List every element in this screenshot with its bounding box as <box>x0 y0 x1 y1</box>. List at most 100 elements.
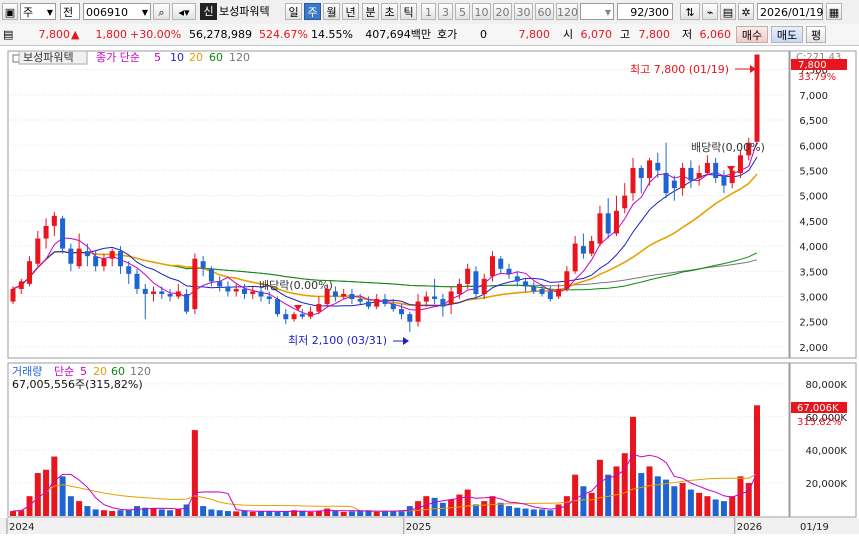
interval-30-button[interactable]: 30 <box>514 3 533 20</box>
calendar-icon[interactable]: ▦ <box>826 3 842 20</box>
period-month-button[interactable]: 월 <box>323 3 340 20</box>
volume-bar <box>208 509 215 516</box>
volume-bar <box>167 510 174 516</box>
search-icon[interactable]: ⌕ <box>153 3 170 20</box>
volume-bar <box>258 511 264 516</box>
candle-body <box>630 167 636 194</box>
candle-body <box>374 299 380 307</box>
interval-10-button[interactable]: 10 <box>472 3 491 20</box>
candle-body <box>547 291 553 300</box>
volume-bar <box>671 486 678 516</box>
interval-120-button[interactable]: 120 <box>556 3 578 20</box>
up-arrow-icon: ▲ <box>71 28 80 41</box>
candle-body <box>399 309 405 315</box>
date-input[interactable]: 2026/01/19 <box>757 3 823 20</box>
candle-body <box>275 299 281 315</box>
sound-icon[interactable]: ◂▾ <box>172 3 196 20</box>
turnover-rate: 14.55% <box>311 28 353 41</box>
volume-bar <box>555 504 562 516</box>
period-year-button[interactable]: 년 <box>342 3 359 20</box>
period-minute-button[interactable]: 분 <box>362 3 379 20</box>
volume-bar <box>696 492 703 516</box>
volume-bar <box>249 511 256 516</box>
candle-body <box>564 271 570 289</box>
volume-bar <box>10 511 16 516</box>
price-change-percent: +30.00% <box>130 28 182 41</box>
stock-chart[interactable]: 2,000 2,500 3,000 3,500 4,000 4,500 5,000 5,500… <box>0 46 859 534</box>
candle-body <box>390 304 396 310</box>
buy-button[interactable]: 매수 <box>736 26 768 43</box>
candle-body <box>225 286 231 292</box>
interval-20-button[interactable]: 20 <box>493 3 512 20</box>
candle-body <box>704 162 710 173</box>
data-count-input[interactable]: 92/300 <box>617 3 673 20</box>
mode-select[interactable]: 전 <box>60 3 80 20</box>
period-week-button[interactable]: 주 <box>304 3 321 20</box>
candle-body <box>316 304 322 312</box>
candle-body <box>308 311 314 317</box>
period-day-button[interactable]: 일 <box>285 3 302 20</box>
period-tick-button[interactable]: 틱 <box>400 3 417 20</box>
volume-bar <box>654 476 661 516</box>
low-price: 6,060 <box>699 28 732 41</box>
quote-info-bar: ▤ 7,800 ▲ 1,800 +30.00% 56,278,989 524.6… <box>0 24 859 46</box>
price-tick-label: 3,500 <box>799 267 828 278</box>
volume-bar <box>117 510 124 516</box>
candle-body <box>481 278 487 294</box>
volume-bar <box>737 476 744 516</box>
market-select[interactable]: 주 ▼ <box>20 3 56 20</box>
chevron-down-icon: ▼ <box>141 8 148 17</box>
window-layout-icon[interactable]: ▣ <box>2 3 18 20</box>
candle-body <box>349 293 355 300</box>
trend-icon[interactable]: ⌁ <box>702 3 718 20</box>
candle-body <box>84 251 90 257</box>
interval-1-button[interactable]: 1 <box>421 3 436 20</box>
volume-bar <box>539 509 546 516</box>
volume-bar <box>67 496 74 516</box>
new-badge: 신 <box>200 3 217 20</box>
price-pane[interactable] <box>7 50 790 359</box>
volume-tick-label: 20,000K <box>805 479 847 490</box>
volume-bar <box>274 511 281 516</box>
period-second-button[interactable]: 초 <box>381 3 398 20</box>
candle-body <box>68 248 74 264</box>
volume-bar <box>605 474 612 516</box>
data-count-total: /300 <box>644 6 669 19</box>
avg-price-button[interactable]: 평 <box>806 26 826 43</box>
volume-bar <box>348 511 355 516</box>
stock-code-input[interactable]: 006910 ▼ <box>83 3 151 20</box>
volume-bar <box>373 511 380 516</box>
price-tick-label: 5,500 <box>799 166 828 177</box>
volume-bar <box>588 492 595 516</box>
volume-bar <box>233 511 240 516</box>
legend-volume-value: 67,005,556주(315,82%) <box>12 378 143 391</box>
custom-interval-select[interactable]: ▼ <box>580 3 614 20</box>
candle-body <box>531 286 537 292</box>
scale-percent-box: 33.79% <box>798 72 836 83</box>
interval-60-button[interactable]: 60 <box>535 3 554 20</box>
interval-3-button[interactable]: 3 <box>438 3 453 20</box>
open-label: 시 <box>563 28 574 41</box>
volume-bar <box>646 466 653 516</box>
settings-icon[interactable]: ✲ <box>738 3 754 20</box>
price-change: 1,800 <box>95 28 128 41</box>
info-panel-icon[interactable]: ▤ <box>3 27 13 42</box>
volume-ratio: 524.67% <box>259 28 308 41</box>
candle-body <box>184 293 190 312</box>
volume-bar <box>100 510 107 516</box>
candle-body <box>663 172 669 194</box>
candle-body <box>580 246 586 254</box>
quote-label: 호가 <box>437 28 458 41</box>
volume-bar <box>357 511 364 516</box>
candle-body <box>473 271 479 294</box>
candle-body <box>498 258 504 269</box>
save-icon[interactable]: ▤ <box>720 3 736 20</box>
interval-5-button[interactable]: 5 <box>455 3 470 20</box>
sell-button[interactable]: 매도 <box>771 26 803 43</box>
volume-bar <box>307 511 314 516</box>
legend-ma-label: 종가 단순 <box>96 51 140 64</box>
legend-ma5: 5 <box>154 51 161 64</box>
indicator-icon[interactable]: ⇅ <box>680 3 700 20</box>
candle-body <box>754 54 760 142</box>
candle-body <box>737 155 743 173</box>
